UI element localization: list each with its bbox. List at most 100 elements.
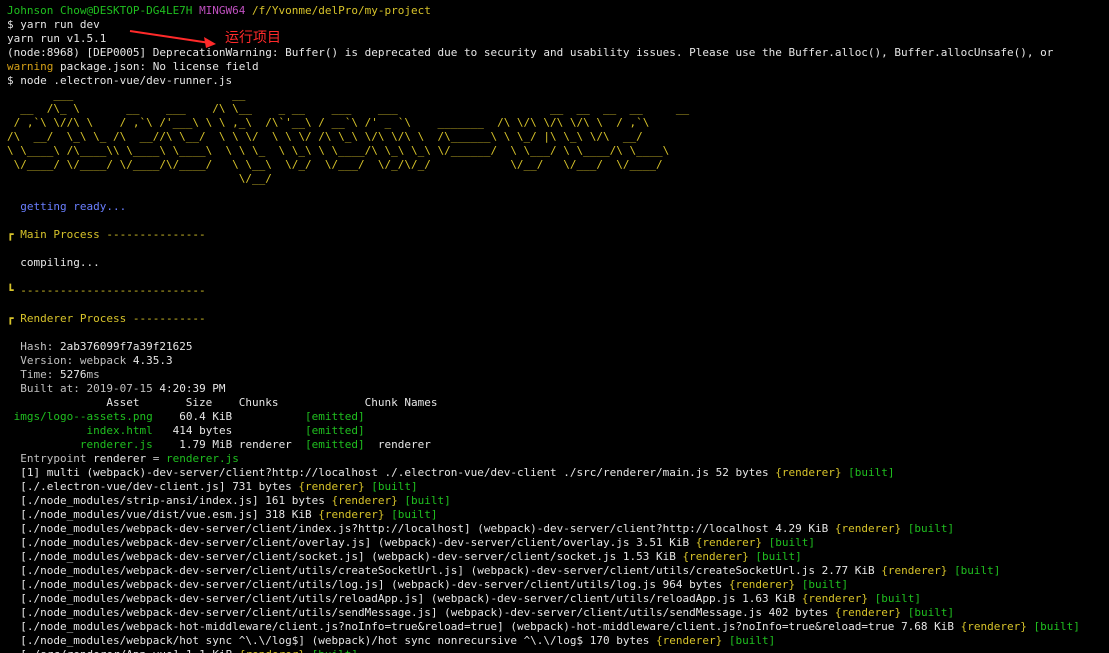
- module-built-tag: [built]: [391, 508, 438, 521]
- entrypoint-name: renderer: [93, 452, 147, 465]
- module-size: 161 bytes: [265, 494, 325, 507]
- getting-ready-text: getting ready...: [20, 200, 127, 213]
- module-row: [./node_modules/webpack-dev-server/clien…: [7, 522, 1109, 536]
- asset-name: renderer.js: [79, 438, 153, 451]
- entrypoint-eq: =: [146, 452, 166, 465]
- module-path: [./node_modules/webpack-dev-server/clien…: [20, 522, 769, 535]
- module-built-tag: [built]: [768, 536, 815, 549]
- prompt-path: /f/Yvonme/delPro/my-project: [252, 4, 431, 17]
- module-built-tag: [built]: [848, 466, 895, 479]
- module-path: [./node_modules/webpack-dev-server/clien…: [20, 592, 736, 605]
- banner-line: / ,`\ \//\ \ / ,`\ /'___\ \ \ ,_\ /\`'__…: [7, 116, 650, 129]
- module-row: [./node_modules/webpack-dev-server/clien…: [7, 564, 1109, 578]
- main-process-header: ┏ Main Process ---------------: [7, 228, 1109, 242]
- asset-table: imgs/logo--assets.png 60.4 KiB [emitted]…: [7, 410, 1109, 452]
- main-process-status-text: compiling...: [20, 256, 100, 269]
- module-row: [./node_modules/webpack-dev-server/clien…: [7, 592, 1109, 606]
- module-chunk-tag: {renderer}: [834, 606, 902, 619]
- module-chunk-tag: {renderer}: [656, 634, 723, 647]
- module-row: [./node_modules/webpack-dev-server/clien…: [7, 550, 1109, 564]
- hash-line: Hash: 2ab376099f7a39f21625: [7, 340, 1109, 354]
- banner-line: \/____/ \/____/ \/____/\/____/ \ \__\ \/…: [7, 158, 663, 171]
- main-process-title: Main Process ---------------: [13, 228, 206, 241]
- entrypoint-line: Entrypoint renderer = renderer.js: [7, 452, 1109, 466]
- warning-text: package.json: No license field: [53, 60, 259, 73]
- banner-line: \ \____\ /\____\\ \____\ \____\ \ \ \_ \…: [7, 144, 670, 157]
- built-time: 4:20:39 PM: [159, 382, 226, 395]
- module-size: 1.63 KiB: [742, 592, 796, 605]
- asset-size: 60.4 KiB: [179, 410, 233, 423]
- module-size: 4.29 KiB: [775, 522, 829, 535]
- asset-row: index.html 414 bytes [emitted]: [7, 424, 1109, 438]
- built-label: Built at: 2019-07-15: [20, 382, 160, 395]
- module-built-tag: [built]: [1033, 620, 1080, 633]
- module-row: [./node_modules/webpack/hot sync ^\.\/lo…: [7, 634, 1109, 648]
- module-row: [./node_modules/strip-ansi/index.js] 161…: [7, 494, 1109, 508]
- module-built-tag: [built]: [728, 634, 776, 647]
- asset-emitted: [emitted]: [305, 438, 365, 451]
- module-path: [./node_modules/webpack/hot sync ^\.\/lo…: [20, 634, 584, 647]
- module-size: 964 bytes: [662, 578, 723, 591]
- prompt-line: Johnson Chow@DESKTOP-DG4LE7H MINGW64 /f/…: [7, 4, 1109, 18]
- banner-line: __ /\_ \ __ ___ /\ \__ _ __ ___ ___ __ _…: [7, 102, 690, 115]
- hash-value: 2ab376099f7a39f21625: [60, 340, 193, 353]
- renderer-process-header: ┏ Renderer Process -----------: [7, 312, 1109, 326]
- module-chunk-tag: {renderer}: [728, 578, 796, 591]
- renderer-process-corner: ┏: [7, 312, 14, 325]
- banner-line: ___ __: [7, 88, 246, 101]
- entrypoint-label: Entrypoint: [20, 452, 94, 465]
- module-chunk-tag: {renderer}: [960, 620, 1027, 633]
- output-text: yarn run v1.5.1: [7, 32, 107, 45]
- module-path: [./node_modules/webpack-dev-server/clien…: [20, 606, 762, 619]
- banner-line: \/__/: [7, 172, 272, 185]
- asset-row: imgs/logo--assets.png 60.4 KiB [emitted]: [7, 410, 1109, 424]
- module-chunk-tag: {renderer}: [318, 508, 385, 521]
- module-path: [./node_modules/webpack-dev-server/clien…: [20, 550, 617, 563]
- asset-name: imgs/logo--assets.png: [13, 410, 153, 423]
- module-path: [./node_modules/webpack-dev-server/clien…: [20, 536, 630, 549]
- asset-table-header: Asset Size Chunks Chunk Names: [7, 396, 438, 409]
- module-chunk-tag: {renderer}: [834, 522, 902, 535]
- module-path: [./node_modules/vue/dist/vue.esm.js]: [20, 508, 259, 521]
- module-built-tag: [built]: [907, 606, 955, 619]
- module-size: 1.1 KiB: [186, 648, 232, 653]
- command-text: $ node .electron-vue/dev-runner.js: [7, 74, 233, 87]
- module-row: [./.electron-vue/dev-client.js] 731 byte…: [7, 480, 1109, 494]
- module-built-tag: [built]: [874, 592, 921, 605]
- annotation-arrow-icon: [129, 30, 216, 48]
- prompt-user-host: Johnson Chow@DESKTOP-DG4LE7H: [7, 4, 193, 17]
- banner-line: /\ __/ \_\ \_ /\ __//\ \__/ \ \ \/ \ \ \…: [7, 130, 643, 143]
- module-built-tag: [built]: [371, 480, 418, 493]
- module-built-tag: [built]: [404, 494, 451, 507]
- module-path: [./node_modules/strip-ansi/index.js]: [20, 494, 259, 507]
- time-value: 5276: [60, 368, 87, 381]
- module-chunk-tag: {renderer}: [801, 592, 868, 605]
- annotation-label: 运行项目: [225, 30, 281, 46]
- getting-ready-line: getting ready...: [7, 200, 1109, 214]
- time-label: Time:: [20, 368, 60, 381]
- module-row: [./node_modules/webpack-dev-server/clien…: [7, 536, 1109, 550]
- electron-vue-banner: ___ __ __ /\_ \ __ ___ /\ \__ _ __ ___ _…: [7, 88, 1109, 186]
- module-path: [./node_modules/webpack-dev-server/clien…: [20, 578, 657, 591]
- module-size: 318 KiB: [265, 508, 312, 521]
- built-line: Built at: 2019-07-15 4:20:39 PM: [7, 382, 1109, 396]
- module-path: [./node_modules/webpack-hot-middleware/c…: [20, 620, 895, 633]
- hash-label: Hash:: [20, 340, 60, 353]
- version-label: Version: webpack: [20, 354, 133, 367]
- module-built-tag: [built]: [954, 564, 1001, 577]
- entrypoint-file: renderer.js: [165, 452, 239, 465]
- module-size: 2.77 KiB: [821, 564, 875, 577]
- asset-row: renderer.js 1.79 MiB renderer [emitted] …: [7, 438, 1109, 452]
- module-path: [./.electron-vue/dev-client.js]: [20, 480, 226, 493]
- module-built-tag: [built]: [755, 550, 802, 563]
- module-list: [1] multi (webpack)-dev-server/client?ht…: [7, 466, 1109, 653]
- module-built-tag: [built]: [801, 578, 849, 591]
- asset-name: index.html: [86, 424, 153, 437]
- main-process-status: compiling...: [7, 256, 1109, 270]
- module-size: 402 bytes: [768, 606, 829, 619]
- module-row: [./node_modules/webpack-hot-middleware/c…: [7, 620, 1109, 634]
- command-text: $ yarn run dev: [7, 18, 100, 31]
- module-built-tag: [built]: [312, 648, 358, 653]
- prompt-system: MINGW64: [199, 4, 246, 17]
- terminal-window[interactable]: Johnson Chow@DESKTOP-DG4LE7H MINGW64 /f/…: [0, 0, 1109, 653]
